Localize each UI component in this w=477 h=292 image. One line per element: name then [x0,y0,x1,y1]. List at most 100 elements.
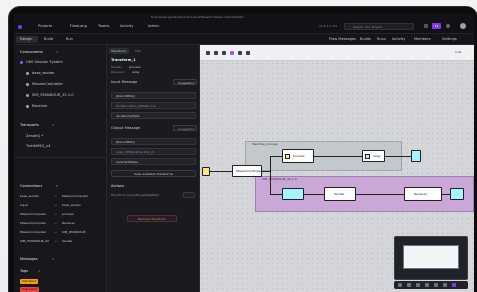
process-node[interactable]: process [282,149,314,163]
connection-target[interactable]: SIM_STANDOUR [62,231,86,234]
search-input[interactable]: Search Your Project [344,23,414,30]
edge[interactable] [385,156,411,157]
pan-icon[interactable] [214,51,218,55]
edge[interactable] [356,194,404,195]
input-node[interactable] [202,167,210,176]
transport-item[interactable]: ZenohQ * [26,134,43,139]
edge[interactable] [442,194,450,195]
input-suggestion-button[interactable]: Suggestion [173,79,197,85]
notification-badge[interactable]: 12 [432,23,441,29]
bell-icon[interactable] [424,24,428,28]
output-message-heading: Output Message [111,126,141,130]
flow-canvas[interactable]: Machine_process SIM_STANDOUR_22.1.0 Miss… [200,61,474,292]
tag-badge[interactable]: High Level [20,287,39,292]
tab-transform[interactable]: Transform [109,48,129,54]
group-icon[interactable] [230,51,234,55]
connection-target[interactable]: Sender [62,240,73,243]
tab-design[interactable]: Design [16,36,38,43]
messages-heading[interactable]: Messages [20,257,38,262]
input-field-value: TurtleLocation_ZENOP_v1k [116,104,156,108]
flow-messages-link[interactable]: Flow Messages [329,37,356,42]
output-field[interactable]: xyzw_STDtwistVel.Out_v1 [111,148,196,155]
select-icon[interactable] [206,51,210,55]
action-row[interactable]: Transform (Lerp/MergeMsgBlitz) [111,194,159,197]
output-field[interactable]: InvertedStates [111,158,196,165]
receiver-node[interactable]: Receiver [404,187,442,201]
grid-icon[interactable] [434,283,438,287]
output-field[interactable]: [ZenohMSG] [111,138,196,145]
input-field[interactable]: [ZenohMSG] [111,92,196,99]
component-item[interactable]: UAV Session System [26,60,63,65]
sim-input-node[interactable] [282,188,304,200]
connection-source[interactable]: SIM_STANDOUR_22 [20,240,49,243]
edge[interactable] [210,171,232,172]
tags-heading[interactable]: Tags [20,269,28,274]
action-edit-button[interactable] [183,192,195,198]
app-logo-icon[interactable] [18,25,22,29]
connection-source[interactable]: MissionComputer [20,213,46,216]
component-item[interactable]: MissionController [32,82,63,87]
transports-heading[interactable]: Transports [20,123,39,128]
zoom-out-icon[interactable] [407,283,411,287]
transport-item[interactable]: TurtleMSG_v4 [26,144,50,149]
component-item[interactable]: SIM_STANDOUR_22.1.0 [32,93,74,98]
connection-source[interactable]: Input [20,204,28,207]
output-field-value: [ZenohMSG] [116,140,135,144]
connection-target[interactable]: MissionComputer [62,195,88,198]
sim-output-node[interactable] [450,188,464,200]
tag-badge[interactable]: Important [20,279,38,284]
connect-icon[interactable] [222,51,226,55]
tab-build[interactable]: Build [44,37,53,42]
connection-source[interactable]: MissionComputer [20,231,46,234]
lock-icon[interactable] [425,283,429,287]
components-heading[interactable]: Components [20,50,43,55]
help-icon[interactable] [446,24,450,28]
component-item[interactable]: base_worker [32,71,55,76]
nav-admin[interactable]: Admin [148,24,159,29]
tab-run[interactable]: Run [66,37,73,42]
members-link[interactable]: Members [414,37,431,42]
delete-icon[interactable] [246,51,250,55]
connection-source[interactable]: base_worker [20,195,39,198]
connection-target[interactable]: Receiver [62,222,75,225]
output-node[interactable] [411,150,421,162]
output-suggestion-button[interactable]: Suggestion [173,125,197,131]
activity-link[interactable]: Activity [392,37,405,42]
tab-info[interactable]: Info [135,49,141,53]
nav-activity[interactable]: Activity [120,24,133,29]
remove-transform-button[interactable]: Remove Transform [127,215,177,222]
sender-node[interactable]: Sender [324,187,356,201]
nav-projects[interactable]: Projects [38,24,52,29]
minimap-viewport[interactable] [403,245,459,269]
tab-design-label: Design [20,37,33,41]
edge[interactable] [270,156,271,194]
minimap[interactable] [394,236,468,280]
nav-teams[interactable]: Teams [98,24,109,29]
layout-icon[interactable] [443,283,447,287]
avatar[interactable] [460,23,466,29]
edge[interactable] [270,156,282,157]
edge[interactable] [270,194,282,195]
mission-controller-node[interactable]: MissionController [232,165,262,177]
edge[interactable] [314,156,362,157]
builds-link[interactable]: Builds [360,37,371,42]
add-node-icon[interactable] [238,51,242,55]
input-field[interactable]: de.VelocityData [111,112,196,119]
connection-source[interactable]: MissionComputer [20,222,46,225]
input-field[interactable]: TurtleLocation_ZENOP_v1k [111,102,196,109]
connection-target[interactable]: base_worker [62,204,81,207]
zoom-in-icon[interactable] [398,283,402,287]
edge[interactable] [304,194,324,195]
settings-icon[interactable] [452,283,456,287]
url-bar[interactable]: flow.dev/projects/robot-arm/workflows/tu… [151,16,244,19]
edge[interactable] [262,171,270,172]
view-transforms-button[interactable]: View Available Transforms [111,170,196,177]
fit-view-icon[interactable] [416,283,420,287]
runs-link[interactable]: Runs [377,37,386,42]
nav-flowlang[interactable]: FlowLang [70,24,87,29]
connection-target[interactable]: process [62,213,74,216]
connections-heading[interactable]: Connections [20,184,42,189]
component-item[interactable]: Receiver [32,104,48,109]
settings-link[interactable]: Settings [442,37,457,42]
relay-node[interactable]: relay [362,150,385,162]
